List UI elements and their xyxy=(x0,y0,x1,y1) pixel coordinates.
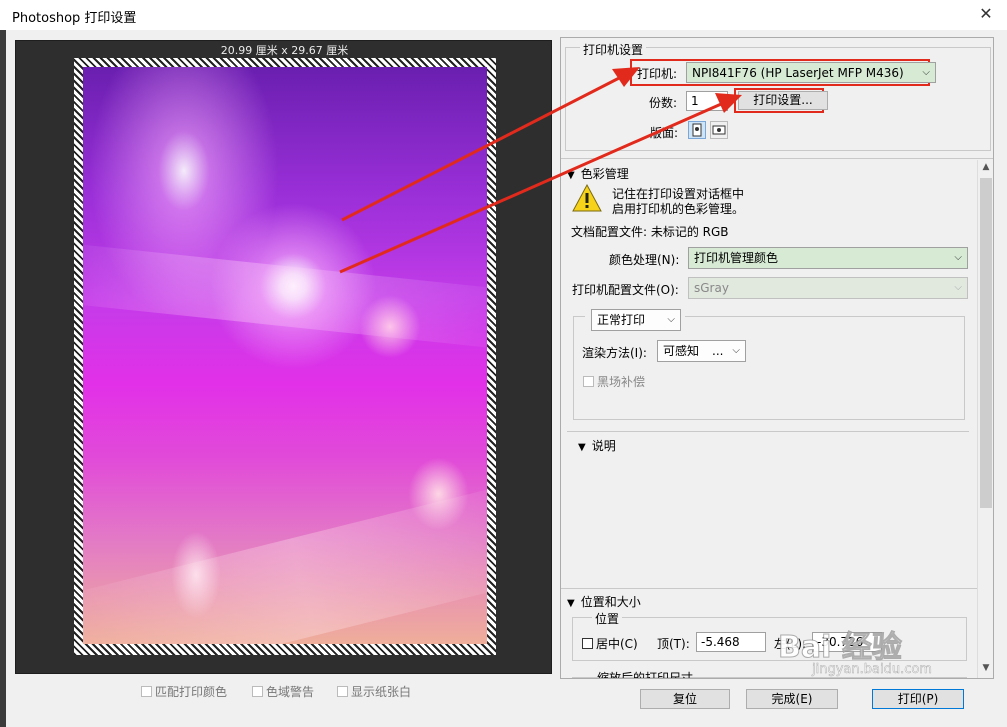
reset-button[interactable]: 复位 xyxy=(640,689,730,709)
warning-icon xyxy=(572,184,602,212)
chevron-down-icon: ⌵ xyxy=(667,314,675,325)
close-button[interactable]: ✕ xyxy=(973,1,999,27)
layout-label: 版面: xyxy=(650,126,679,140)
black-point-checkbox[interactable]: 黑场补偿 xyxy=(583,373,645,390)
checkbox-label: 色域警告 xyxy=(266,685,315,699)
warning-line-2: 启用打印机的色彩管理。 xyxy=(612,202,745,216)
landscape-layout-button[interactable] xyxy=(710,121,728,139)
checkbox-label: 匹配打印颜色 xyxy=(155,685,228,699)
printer-profile-label: 打印机配置文件(O): xyxy=(572,283,679,297)
print-preview: 20.99 厘米 x 29.67 厘米 xyxy=(15,40,552,674)
paper-sheet xyxy=(74,58,496,655)
show-paper-white-checkbox[interactable]: 显示纸张白 xyxy=(337,683,411,700)
section-title: 色彩管理 xyxy=(580,167,629,181)
rendering-ellipsis: ... xyxy=(712,344,724,358)
divider xyxy=(561,158,993,159)
watermark-url: jingyan.baidu.com xyxy=(812,662,932,678)
rendering-label: 渲染方法(I): xyxy=(582,346,647,360)
checkbox-label: 显示纸张白 xyxy=(351,685,412,699)
rendering-intent-select[interactable]: 可感知 ... ⌵ xyxy=(657,340,746,362)
gamut-warning-checkbox[interactable]: 色域警告 xyxy=(252,683,314,700)
window-title: Photoshop 打印设置 xyxy=(12,11,137,26)
chevron-down-icon: ⌵ xyxy=(954,252,962,263)
description-header[interactable]: ▼ 说明 xyxy=(578,437,616,454)
done-button[interactable]: 完成(E) xyxy=(746,689,838,709)
paper-dimensions: 20.99 厘米 x 29.67 厘米 xyxy=(220,44,349,57)
section-title: 位置和大小 xyxy=(580,595,641,609)
print-button[interactable]: 打印(P) xyxy=(872,689,964,709)
landscape-icon xyxy=(712,125,726,135)
match-print-colors-checkbox[interactable]: 匹配打印颜色 xyxy=(141,683,227,700)
position-legend: 位置 xyxy=(592,610,623,627)
watermark-logo: Bai 经验 xyxy=(778,630,903,666)
baidu-watermark: Bai 经验 jingyan.baidu.com xyxy=(772,622,992,682)
collapse-triangle-icon: ▼ xyxy=(578,442,586,453)
checkbox-box xyxy=(252,686,263,697)
printer-select[interactable]: NPI841F76 (HP LaserJet MFP M436) ⌵ xyxy=(686,62,936,83)
print-mode-value: 正常打印 xyxy=(597,313,646,327)
chevron-down-icon: ⌵ xyxy=(922,67,930,78)
checkbox-box xyxy=(337,686,348,697)
scroll-up-icon[interactable]: ▲ xyxy=(978,162,994,172)
collapse-triangle-icon: ▼ xyxy=(567,170,575,181)
color-handling-label: 颜色处理(N): xyxy=(609,253,680,267)
preview-image[interactable] xyxy=(83,67,487,644)
print-settings-button[interactable]: 打印设置... xyxy=(738,91,828,110)
document-profile: 文档配置文件: 未标记的 RGB xyxy=(571,225,729,239)
portrait-icon xyxy=(692,123,702,137)
light-streak xyxy=(83,241,487,353)
checkbox-box xyxy=(582,638,593,649)
rendering-value: 可感知 xyxy=(663,344,700,358)
printer-label: 打印机: xyxy=(637,67,678,81)
checkbox-box xyxy=(583,376,594,387)
printer-value: NPI841F76 (HP LaserJet MFP M436) xyxy=(692,66,904,80)
checkbox-label: 居中(C) xyxy=(596,637,638,651)
title-bar: Photoshop 打印设置 ✕ xyxy=(0,0,1007,30)
collapse-triangle-icon: ▼ xyxy=(567,598,575,609)
print-mode-select[interactable]: 正常打印 ⌵ xyxy=(591,309,681,331)
panel-scrollbar[interactable]: ▲ ▼ xyxy=(977,160,993,678)
top-input[interactable]: -5.468 xyxy=(696,632,766,652)
position-size-header[interactable]: ▼ 位置和大小 xyxy=(567,593,641,610)
copies-label: 份数: xyxy=(649,96,678,110)
checkbox-label: 黑场补偿 xyxy=(597,375,646,389)
light-streak xyxy=(83,475,487,644)
chevron-down-icon: ⌵ xyxy=(732,345,740,356)
divider xyxy=(561,588,977,589)
checkbox-box xyxy=(141,686,152,697)
color-handling-select[interactable]: 打印机管理颜色 ⌵ xyxy=(688,247,968,269)
background-app-sliver xyxy=(0,30,6,727)
chevron-down-icon: ⌵ xyxy=(954,282,962,293)
top-label: 顶(T): xyxy=(657,637,690,651)
printer-profile-select[interactable]: sGray ⌵ xyxy=(688,277,968,299)
color-handling-value: 打印机管理颜色 xyxy=(694,251,779,265)
printer-profile-value: sGray xyxy=(694,281,729,295)
divider xyxy=(567,431,969,432)
center-checkbox[interactable]: 居中(C) xyxy=(582,635,638,652)
scroll-thumb[interactable] xyxy=(980,178,992,508)
section-title: 说明 xyxy=(591,439,616,453)
portrait-layout-button[interactable] xyxy=(688,121,706,139)
copies-input[interactable]: 1 xyxy=(686,91,728,111)
scaled-size-label: 缩放后的打印尺寸 xyxy=(597,671,694,678)
printer-settings-title: 打印机设置 xyxy=(580,41,647,58)
color-management-header[interactable]: ▼ 色彩管理 xyxy=(567,165,629,182)
